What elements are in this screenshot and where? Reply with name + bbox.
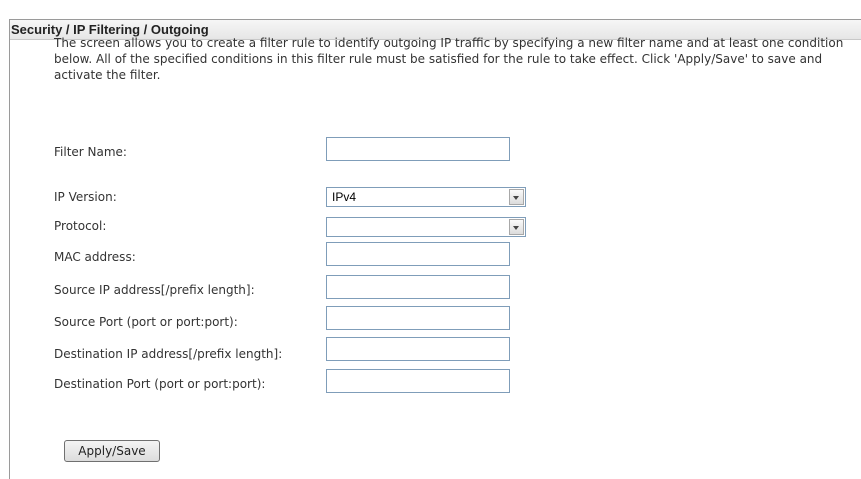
destination-port-input[interactable] (326, 369, 510, 393)
ip-version-select[interactable]: IPv4 (326, 187, 526, 207)
ip-version-label: IP Version: (54, 190, 117, 204)
filter-name-label: Filter Name: (54, 145, 127, 159)
chevron-down-icon[interactable] (509, 219, 524, 235)
protocol-label: Protocol: (54, 219, 107, 233)
source-port-input[interactable] (326, 306, 510, 330)
destination-ip-label: Destination IP address[/prefix length]: (54, 347, 283, 361)
chevron-down-icon[interactable] (509, 189, 524, 205)
protocol-select[interactable] (326, 217, 526, 237)
destination-ip-input[interactable] (326, 337, 510, 361)
mac-address-label: MAC address: (54, 250, 136, 264)
apply-save-button[interactable]: Apply/Save (64, 440, 160, 462)
destination-port-label: Destination Port (port or port:port): (54, 377, 266, 391)
filter-name-input[interactable] (326, 137, 510, 161)
ip-version-selected-value: IPv4 (332, 190, 357, 204)
mac-address-input[interactable] (326, 242, 510, 266)
source-port-label: Source Port (port or port:port): (54, 315, 238, 329)
source-ip-label: Source IP address[/prefix length]: (54, 283, 255, 297)
page-description: The screen allows you to create a filter… (54, 36, 844, 82)
source-ip-input[interactable] (326, 275, 510, 299)
